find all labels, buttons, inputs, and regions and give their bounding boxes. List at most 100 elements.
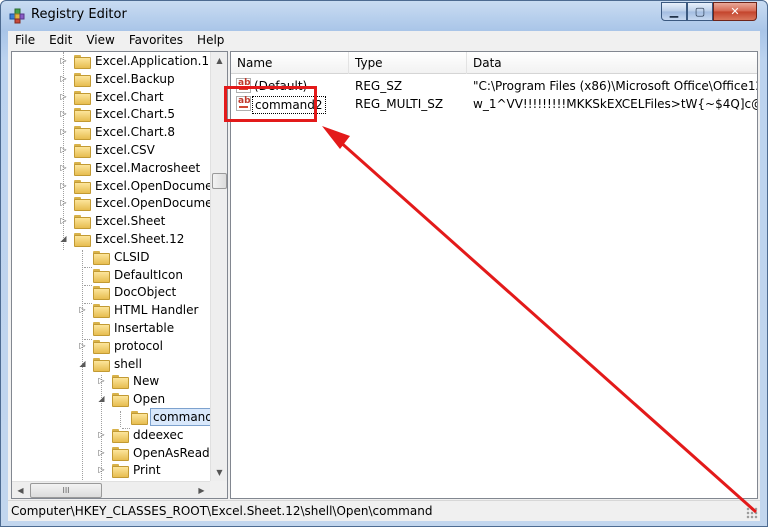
maximize-icon: ▢ <box>694 5 706 18</box>
tree-node-insertable[interactable]: Insertable <box>12 319 212 337</box>
expand-arrow-icon[interactable]: ▷ <box>59 163 68 172</box>
column-type-header[interactable]: Type <box>349 52 467 74</box>
tree-node-excel-csv[interactable]: ▷ Excel.CSV <box>12 141 212 159</box>
expand-arrow-icon[interactable]: ▷ <box>78 305 87 314</box>
folder-icon <box>93 267 110 283</box>
tree-node-shell[interactable]: ◢ shell <box>12 355 212 373</box>
tree-node-label: protocol <box>114 338 163 353</box>
expand-arrow-icon <box>116 412 125 421</box>
tree-node-label: Excel.Sheet.12 <box>95 232 185 246</box>
folder-icon <box>74 231 91 247</box>
tree-node-html-handler[interactable]: ▷ HTML Handler <box>12 301 212 319</box>
expand-arrow-icon[interactable]: ▷ <box>97 430 106 439</box>
scroll-up-button[interactable]: ▲ <box>211 52 227 69</box>
scroll-left-button[interactable]: ◀ <box>12 482 29 498</box>
menu-bar: File Edit View Favorites Help <box>8 31 760 50</box>
folder-icon <box>74 106 91 123</box>
expand-arrow-icon <box>78 252 87 261</box>
tree-node-label: Excel.Chart <box>95 89 164 104</box>
scroll-right-button[interactable]: ▶ <box>193 482 210 498</box>
tree-horizontal-scrollbar[interactable]: ◀ III ▶ <box>12 481 210 498</box>
tree-node-openasreado[interactable]: ▷ OpenAsReadO <box>12 444 219 462</box>
tree-node-label: shell <box>114 356 142 371</box>
value-type: REG_MULTI_SZ <box>355 97 444 111</box>
folder-icon <box>74 89 91 105</box>
expand-arrow-icon[interactable]: ▷ <box>59 216 68 225</box>
expand-arrow-icon[interactable]: ▷ <box>78 341 87 350</box>
key-tree-pane[interactable]: ▷ Excel.Application.12 ▷ Excel.Backup ▷ Excel… <box>11 51 228 499</box>
expand-arrow-icon[interactable]: ▷ <box>59 145 68 154</box>
menu-file[interactable]: File <box>8 31 42 50</box>
expand-arrow-icon <box>78 287 87 296</box>
tree-node-label: Excel.CSV <box>95 143 155 157</box>
tree-node-excel-macrosheet[interactable]: ▷ Excel.Macrosheet <box>12 159 212 177</box>
scroll-down-button[interactable]: ▼ <box>211 464 227 481</box>
menu-favorites[interactable]: Favorites <box>122 31 190 50</box>
column-data-header[interactable]: Data <box>467 52 757 74</box>
tree-node-label: Excel.Application.12 <box>95 54 217 68</box>
scrollbar-corner <box>210 481 227 498</box>
tree-node-ddeexec[interactable]: ▷ ddeexec <box>12 426 212 444</box>
menu-view[interactable]: View <box>79 31 121 50</box>
value-data: "C:\Program Files (x86)\Microsoft Office… <box>473 79 757 93</box>
expand-arrow-icon[interactable]: ▷ <box>59 181 68 190</box>
tree-node-excel-application-12[interactable]: ▷ Excel.Application.12 <box>12 52 217 70</box>
tree-node-excel-sheet-12[interactable]: ◢ Excel.Sheet.12 <box>12 230 212 248</box>
tree-node-excel-opendocument[interactable]: ▷ Excel.OpenDocument <box>12 194 225 212</box>
maximize-button[interactable]: ▢ <box>687 2 713 21</box>
tree-node-command[interactable]: command <box>12 408 216 426</box>
expand-arrow-icon[interactable]: ▷ <box>59 92 68 101</box>
close-button[interactable]: ✕ <box>713 2 757 21</box>
collapse-arrow-icon[interactable]: ◢ <box>78 359 87 368</box>
tree-node-label: DefaultIcon <box>114 267 183 282</box>
tree-node-docobject[interactable]: DocObject <box>12 283 212 301</box>
expand-arrow-icon[interactable]: ▷ <box>59 109 68 118</box>
value-data: w_1^VV!!!!!!!!!MKKSkEXCELFiles>tW{~$4Q]c… <box>473 97 757 111</box>
folder-icon <box>74 160 91 176</box>
expand-arrow-icon[interactable]: ▷ <box>59 56 68 65</box>
tree-node-defaulticon[interactable]: DefaultIcon <box>12 266 212 284</box>
tree-node-print[interactable]: ▷ Print <box>12 461 212 479</box>
expand-arrow-icon[interactable]: ▷ <box>97 376 106 385</box>
expand-arrow-icon[interactable]: ▷ <box>97 448 106 457</box>
folder-icon <box>93 284 110 301</box>
resize-grip-icon[interactable] <box>746 507 758 519</box>
close-icon: ✕ <box>730 5 740 18</box>
collapse-arrow-icon[interactable]: ◢ <box>59 234 68 243</box>
minimize-icon: ▁ <box>669 5 679 18</box>
menu-edit[interactable]: Edit <box>42 31 79 50</box>
tree-node-excel-opendocument[interactable]: ▷ Excel.OpenDocument <box>12 177 225 195</box>
tree-node-new[interactable]: ▷ New <box>12 372 212 390</box>
folder-icon <box>74 71 91 87</box>
menu-help[interactable]: Help <box>190 31 231 50</box>
tree-node-excel-chart-5[interactable]: ▷ Excel.Chart.5 <box>12 105 212 123</box>
minimize-button[interactable]: ▁ <box>661 2 687 21</box>
tree-node-open[interactable]: ◢ Open <box>12 390 212 408</box>
tree-node-clsid[interactable]: CLSID <box>12 248 212 266</box>
expand-arrow-icon[interactable]: ▷ <box>59 74 68 83</box>
tree-node-label: Excel.OpenDocument <box>95 196 225 211</box>
title-bar[interactable]: Registry Editor ▁ ▢ ✕ <box>1 1 767 29</box>
registry-editor-icon <box>9 8 25 24</box>
tree-node-label: Excel.Macrosheet <box>95 160 201 175</box>
column-name-header[interactable]: Name <box>231 52 349 74</box>
collapse-arrow-icon[interactable]: ◢ <box>97 394 106 403</box>
scroll-thumb[interactable] <box>212 173 227 189</box>
expand-arrow-icon[interactable]: ▷ <box>97 465 106 474</box>
folder-icon <box>112 373 129 390</box>
tree-node-excel-sheet[interactable]: ▷ Excel.Sheet <box>12 212 212 230</box>
tree-node-protocol[interactable]: ▷ protocol <box>12 337 212 355</box>
expand-arrow-icon[interactable]: ▷ <box>59 198 68 207</box>
folder-icon <box>93 302 110 319</box>
tree-node-excel-chart[interactable]: ▷ Excel.Chart <box>12 88 212 106</box>
tree-node-excel-backup[interactable]: ▷ Excel.Backup <box>12 70 212 88</box>
expand-arrow-icon[interactable]: ▷ <box>59 127 68 136</box>
folder-icon <box>112 391 129 408</box>
folder-icon <box>74 53 91 69</box>
registry-editor-window: Registry Editor ▁ ▢ ✕ File Edit View Fav… <box>0 0 768 527</box>
tree-node-label: Open <box>133 392 166 407</box>
tree-node-excel-chart-8[interactable]: ▷ Excel.Chart.8 <box>12 123 212 141</box>
tree-node-label: command <box>150 408 216 426</box>
tree-node-label: Insertable <box>114 321 175 335</box>
horizontal-scroll-thumb[interactable]: III <box>30 483 102 498</box>
